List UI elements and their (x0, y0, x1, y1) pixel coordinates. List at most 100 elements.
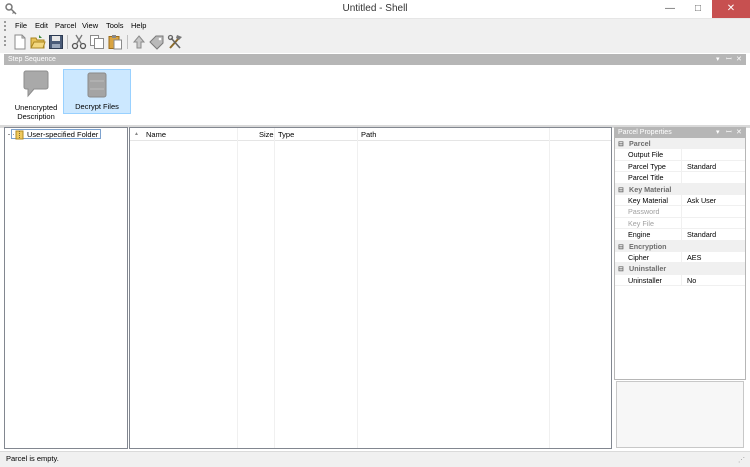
resize-grip-icon[interactable]: ⋰ (738, 456, 745, 464)
property-row[interactable]: Parcel Type Standard (615, 160, 745, 173)
step-decrypt-files[interactable]: Decrypt Files (63, 69, 131, 114)
menu-help[interactable]: Help (128, 20, 149, 31)
save-icon[interactable] (48, 34, 64, 50)
property-name: Uninstaller (628, 275, 662, 285)
new-icon[interactable] (12, 34, 28, 50)
minimize-button[interactable]: — (656, 0, 684, 18)
property-divider (681, 160, 682, 172)
property-row[interactable]: Key Material Ask User (615, 195, 745, 207)
property-grid[interactable]: ⊟ Parcel Output File Parcel Type Standar… (614, 138, 746, 380)
toolbar-separator (67, 35, 68, 49)
category-label: Parcel (629, 139, 651, 148)
category-encryption[interactable]: ⊟ Encryption (615, 240, 745, 252)
property-divider (681, 149, 682, 161)
status-text: Parcel is empty. (6, 454, 59, 463)
category-label: Key Material (629, 184, 672, 194)
menu-view[interactable]: View (79, 20, 101, 31)
property-name: Engine (628, 230, 651, 240)
cut-icon[interactable] (71, 34, 87, 50)
title-bar[interactable]: Untitled - Shell — □ ✕ (0, 0, 750, 19)
step-label: Unencrypted (14, 103, 58, 112)
cabinet-icon (87, 72, 107, 98)
property-divider (681, 274, 682, 286)
panel-close-icon[interactable]: ✕ (736, 54, 742, 65)
column-path[interactable]: Path (361, 130, 376, 139)
property-name: Parcel Type (628, 161, 666, 171)
property-row[interactable]: Parcel Title (615, 172, 745, 184)
step-label: Description (17, 112, 55, 121)
step-sequence-header: Step Sequence ▾ ꟷ ✕ (4, 54, 746, 65)
column-type[interactable]: Type (278, 130, 294, 139)
menu-grip[interactable] (4, 21, 6, 31)
menu-tools[interactable]: Tools (103, 20, 127, 31)
step-sequence-title: Step Sequence (8, 56, 56, 63)
category-parcel[interactable]: ⊟ Parcel (615, 138, 745, 150)
menu-edit[interactable]: Edit (32, 20, 51, 31)
property-divider (681, 217, 682, 229)
tag-icon[interactable] (149, 34, 165, 50)
column-divider[interactable] (237, 128, 238, 448)
category-label: Uninstaller (629, 264, 667, 274)
menu-file[interactable]: File (12, 20, 30, 31)
property-row[interactable]: Output File (615, 149, 745, 161)
toolbar-separator (127, 35, 128, 49)
pin-icon[interactable]: ꟷ (726, 127, 732, 138)
property-divider (681, 195, 682, 206)
property-name: Parcel Title (628, 173, 664, 183)
menu-bar: File Edit Parcel View Tools Help (0, 19, 750, 32)
folder-tree[interactable]: User-specified Folder (4, 127, 128, 449)
toolbar-grip[interactable] (4, 36, 6, 46)
sort-asc-icon[interactable]: ▲ (134, 131, 139, 137)
category-key-material[interactable]: ⊟ Key Material (615, 183, 745, 195)
file-list[interactable]: ▲ Name Size Type Path (129, 127, 612, 449)
property-row[interactable]: Cipher AES (615, 252, 745, 264)
tree-node-label: User-specified Folder (27, 130, 99, 139)
maximize-button[interactable]: □ (684, 0, 712, 18)
column-divider[interactable] (274, 128, 275, 448)
column-size[interactable]: Size (259, 130, 274, 139)
panel-close-icon[interactable]: ✕ (736, 127, 742, 138)
property-divider (681, 229, 682, 241)
column-divider[interactable] (549, 128, 550, 448)
open-icon[interactable] (30, 34, 46, 50)
column-name[interactable]: Name (146, 130, 166, 139)
copy-icon[interactable] (89, 34, 105, 50)
pin-icon[interactable]: ꟷ (726, 54, 732, 65)
properties-header: Parcel Properties ▾ ꟷ ✕ (614, 127, 746, 138)
property-name: Password (628, 207, 660, 217)
property-divider (681, 252, 682, 263)
column-divider[interactable] (357, 128, 358, 448)
property-row[interactable]: Password (615, 206, 745, 218)
property-value[interactable]: Ask User (684, 195, 716, 206)
collapse-icon[interactable]: ⊟ (618, 138, 624, 149)
step-unencrypted-description[interactable]: Unencrypted Description (2, 65, 70, 121)
window-title: Untitled - Shell (342, 3, 408, 14)
menu-parcel[interactable]: Parcel (52, 20, 79, 31)
collapse-icon[interactable]: ⊟ (618, 184, 624, 195)
tools-icon[interactable] (167, 34, 183, 50)
category-uninstaller[interactable]: ⊟ Uninstaller (615, 263, 745, 275)
paste-icon[interactable] (107, 34, 123, 50)
status-bar: Parcel is empty. ⋰ (0, 451, 750, 467)
property-value[interactable]: Standard (684, 161, 716, 172)
folder-zip-icon (15, 130, 24, 140)
property-row[interactable]: Uninstaller No (615, 274, 745, 287)
up-icon[interactable] (131, 34, 147, 50)
pin-dropdown-icon[interactable]: ▾ (716, 54, 720, 65)
pin-dropdown-icon[interactable]: ▾ (716, 127, 720, 138)
property-row[interactable]: Key File (615, 217, 745, 230)
collapse-icon[interactable]: ⊟ (618, 241, 624, 252)
tree-node-user-folder[interactable]: User-specified Folder (11, 129, 102, 140)
property-value[interactable]: AES (684, 252, 701, 263)
property-name: Key Material (628, 196, 668, 205)
collapse-icon[interactable]: ⊟ (618, 263, 624, 274)
close-button[interactable]: ✕ (712, 0, 750, 18)
property-description-box (616, 381, 744, 448)
properties-title: Parcel Properties (618, 129, 672, 136)
property-row[interactable]: Engine Standard (615, 229, 745, 241)
property-value[interactable]: Standard (684, 229, 716, 240)
step-sequence-panel: Unencrypted Description Decrypt Files (0, 65, 750, 126)
property-value[interactable]: No (684, 275, 696, 286)
file-list-header: ▲ Name Size Type Path (130, 128, 611, 141)
property-name: Cipher (628, 253, 650, 262)
